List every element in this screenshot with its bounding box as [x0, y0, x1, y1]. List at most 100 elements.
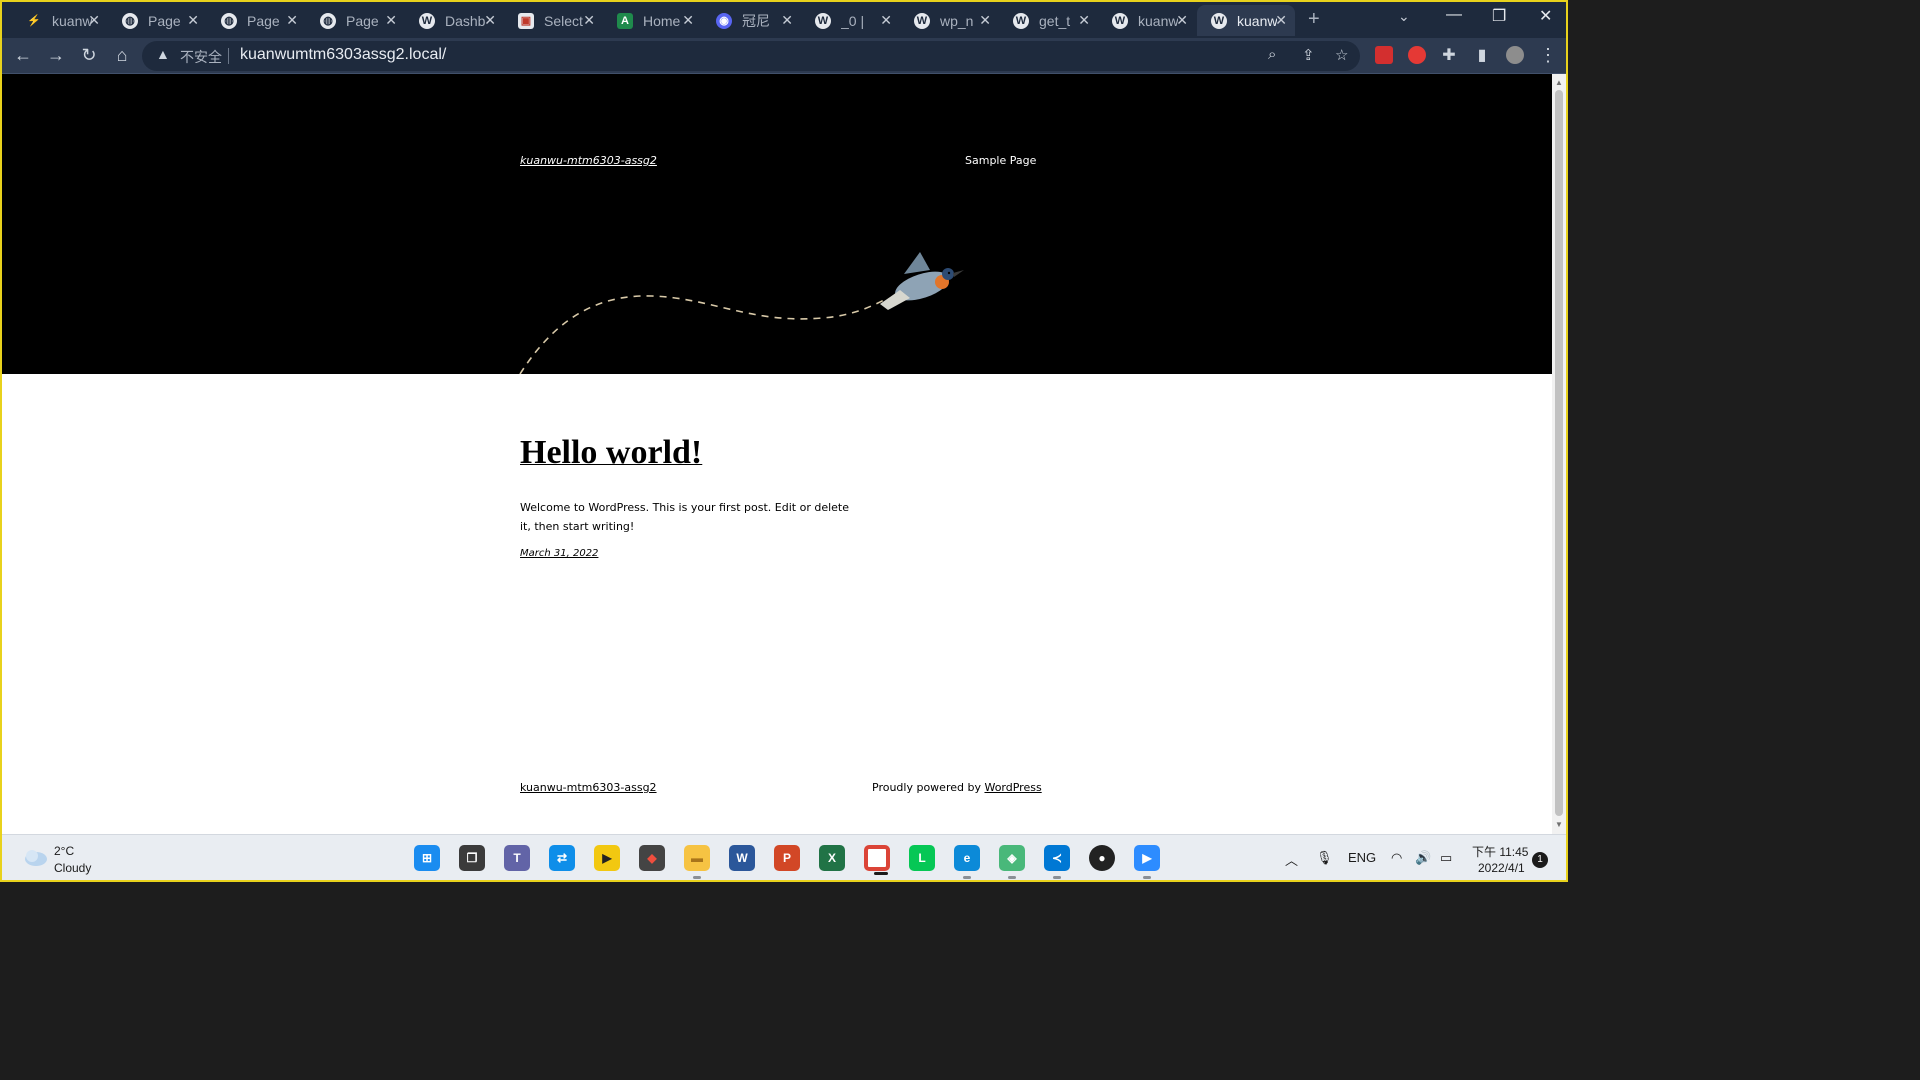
tab-3[interactable]: ◍ Page ✕ [207, 5, 306, 36]
close-icon[interactable]: ✕ [88, 12, 100, 29]
globe-icon: ◍ [122, 12, 138, 29]
battery-icon[interactable]: ▭ [1440, 850, 1452, 866]
adblock-extension-icon[interactable] [1408, 46, 1426, 64]
minimize-button[interactable]: — [1446, 6, 1462, 24]
powerpoint-icon[interactable]: P [774, 845, 800, 871]
weather-temperature[interactable]: 2°C [54, 844, 74, 858]
file-explorer-icon[interactable]: ▬ [684, 845, 710, 879]
tab-2[interactable]: ◍ Page ✕ [108, 5, 207, 36]
new-tab-button[interactable]: + [1308, 8, 1320, 31]
not-secure-label[interactable]: 不安全 [180, 47, 222, 67]
tab-label: Page [148, 12, 181, 29]
close-icon[interactable]: ✕ [385, 12, 397, 29]
close-icon[interactable]: ✕ [1176, 12, 1188, 29]
vscode-icon[interactable]: ≺ [1044, 845, 1070, 879]
tab-label: get_t [1039, 12, 1071, 29]
task-view-icon[interactable]: ❐ [459, 845, 485, 871]
restore-button[interactable]: ❐ [1492, 6, 1506, 26]
tab-label: Home [643, 12, 681, 29]
notification-badge[interactable]: 1 [1532, 852, 1548, 868]
cloud-icon[interactable] [22, 847, 48, 867]
clock-time[interactable]: 下午 11:45 [1472, 843, 1528, 860]
reload-button[interactable]: ↻ [78, 45, 100, 66]
nav-sample-page[interactable]: Sample Page [965, 154, 1036, 167]
page-scrollbar[interactable]: ▲ ▼ [1552, 74, 1566, 834]
close-icon[interactable]: ✕ [781, 12, 793, 29]
microphone-icon[interactable]: 🎙 [1316, 850, 1333, 866]
side-panel-icon[interactable]: ▮ [1471, 45, 1493, 65]
tab-1[interactable]: ⚡ kuanwu ✕ [12, 5, 108, 36]
close-icon[interactable]: ✕ [880, 12, 892, 29]
clock-date[interactable]: 2022/4/1 [1478, 861, 1525, 875]
tab-label: kuanw [1138, 12, 1178, 29]
flight-path [519, 295, 885, 374]
app-icon: ▣ [518, 12, 534, 29]
close-icon[interactable]: ✕ [1078, 12, 1090, 29]
tab-label: Select [544, 12, 583, 29]
scroll-down-arrow-icon[interactable]: ▼ [1555, 820, 1563, 829]
post-date-link[interactable]: March 31, 2022 [520, 548, 598, 559]
post-title-link[interactable]: Hello world! [520, 434, 702, 472]
weather-condition[interactable]: Cloudy [54, 861, 91, 875]
home-button[interactable]: ⌂ [111, 45, 133, 66]
bookmark-star-icon[interactable]: ☆ [1335, 46, 1348, 64]
zoom-icon[interactable]: ⌕ [1268, 46, 1276, 63]
menu-kebab-icon[interactable]: ⋮ [1537, 45, 1559, 66]
close-icon[interactable]: ✕ [682, 12, 694, 29]
start-button[interactable]: ⊞ [414, 845, 440, 871]
close-icon[interactable]: ✕ [484, 12, 496, 29]
site-title-link[interactable]: kuanwu-mtm6303-assg2 [520, 154, 657, 167]
zoom-app-icon[interactable]: ▶ [1134, 845, 1160, 879]
forward-button[interactable]: → [45, 45, 67, 66]
warning-icon[interactable]: ▲ [156, 46, 170, 62]
close-icon[interactable]: ✕ [1275, 12, 1287, 29]
tab-6[interactable]: ▣ Select ✕ [504, 5, 603, 36]
tab-label: Page [247, 12, 280, 29]
tab-4[interactable]: ◍ Page ✕ [306, 5, 405, 36]
back-button[interactable]: ← [12, 45, 34, 66]
address-bar[interactable]: ▲ 不安全 kuanwumtm6303assg2.local/ ⌕ ⇪ ☆ [142, 41, 1360, 71]
tab-active[interactable]: W kuanw ✕ [1197, 5, 1295, 36]
close-icon[interactable]: ✕ [286, 12, 298, 29]
obs-icon[interactable]: ● [1089, 845, 1115, 871]
tab-7[interactable]: A Home ✕ [603, 5, 702, 36]
player-app-icon[interactable]: ▶ [594, 845, 620, 871]
teams-icon[interactable]: T [504, 845, 530, 871]
word-icon[interactable]: W [729, 845, 755, 871]
scroll-up-arrow-icon[interactable]: ▲ [1555, 78, 1563, 87]
tab-11[interactable]: W get_t ✕ [999, 5, 1098, 36]
teamviewer-icon[interactable]: ⇄ [549, 845, 575, 871]
share-icon[interactable]: ⇪ [1302, 46, 1315, 64]
browser-toolbar: ← → ↻ ⌂ ▲ 不安全 kuanwumtm6303assg2.local/ … [2, 38, 1566, 74]
close-window-button[interactable]: ✕ [1539, 6, 1552, 26]
volume-icon[interactable]: 🔊 [1415, 850, 1431, 866]
tab-9[interactable]: W _0 | ✕ [801, 5, 900, 36]
extensions-puzzle-icon[interactable]: ✚ [1438, 45, 1460, 65]
tab-10[interactable]: W wp_n ✕ [900, 5, 999, 36]
scroll-thumb[interactable] [1555, 90, 1563, 816]
close-icon[interactable]: ✕ [187, 12, 199, 29]
chevron-up-icon[interactable]: ︿ [1285, 850, 1298, 869]
footer-site-link[interactable]: kuanwu-mtm6303-assg2 [520, 781, 657, 794]
web-page: kuanwu-mtm6303-assg2 Sample Page Hello w… [2, 74, 1552, 834]
tab-12[interactable]: W kuanw ✕ [1098, 5, 1196, 36]
globe-icon: ◍ [221, 12, 237, 29]
wordpress-link[interactable]: WordPress [984, 781, 1041, 794]
close-icon[interactable]: ✕ [979, 12, 991, 29]
profile-avatar[interactable] [1506, 46, 1524, 64]
wifi-icon[interactable]: ◠ [1391, 850, 1402, 866]
acrobat-extension-icon[interactable] [1375, 46, 1393, 64]
language-indicator[interactable]: ENG [1348, 850, 1376, 865]
chevron-down-icon[interactable]: ⌄ [1398, 8, 1410, 25]
sketchup-icon[interactable]: ◆ [639, 845, 665, 871]
line-icon[interactable]: L [909, 845, 935, 871]
chrome-icon[interactable] [864, 845, 890, 875]
close-icon[interactable]: ✕ [583, 12, 595, 29]
tab-8[interactable]: ◉ 冠尼 ✕ [702, 5, 801, 36]
tab-5[interactable]: W Dashb ✕ [405, 5, 504, 36]
tab-label: kuanwu [52, 12, 92, 29]
excel-icon[interactable]: X [819, 845, 845, 871]
edge-icon[interactable]: e [954, 845, 980, 879]
url-text[interactable]: kuanwumtm6303assg2.local/ [240, 46, 446, 64]
local-wp-icon[interactable]: ◈ [999, 845, 1025, 879]
